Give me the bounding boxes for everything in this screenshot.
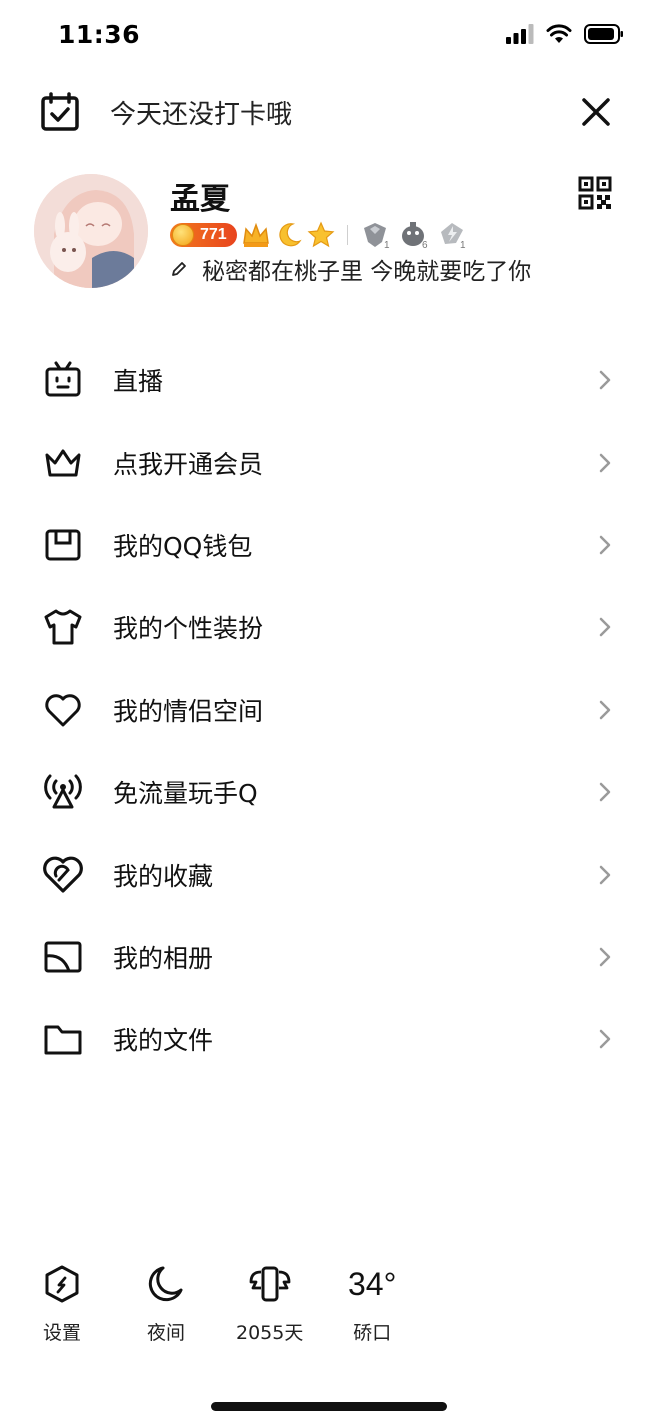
menu-item-label: 免流量玩手Q	[113, 779, 258, 809]
chevron-right-icon	[599, 618, 611, 637]
crown-badge-icon	[242, 222, 269, 247]
avatar-illustration	[34, 174, 148, 288]
night-mode-button[interactable]: 夜间	[144, 1262, 188, 1345]
chevron-right-icon	[599, 535, 611, 555]
menu-item-label: 我的个性装扮	[113, 614, 264, 644]
menu-item-vip[interactable]: 点我开通会员	[0, 421, 658, 503]
bottom-bar: 设置 夜间 2055天 34° 硚口	[0, 1262, 658, 1345]
gem-badge-icon: 1	[363, 223, 390, 250]
penguin-badge-icon: 6	[401, 222, 428, 250]
menu-list: 直播 点我开通会员 我的QQ钱包 我的个性装扮 我的情侣空间 免流量玩手Q 我的…	[0, 339, 658, 1081]
lightning-badge-icon: 1	[440, 223, 466, 250]
days-label: 2055天	[236, 1322, 304, 1344]
chevron-right-icon	[599, 1030, 611, 1049]
crown-icon	[42, 442, 84, 484]
menu-item-label: 我的QQ钱包	[113, 531, 253, 561]
close-button[interactable]	[578, 94, 614, 130]
wifi-icon	[546, 24, 572, 43]
menu-item-free-data[interactable]: 免流量玩手Q	[0, 751, 658, 833]
menu-item-label: 我的相册	[113, 943, 214, 973]
moon-badge-icon	[279, 223, 302, 247]
svg-text:1: 1	[384, 240, 390, 250]
album-icon	[42, 936, 84, 978]
menu-item-wallet[interactable]: 我的QQ钱包	[0, 504, 658, 586]
status-icons	[506, 24, 624, 44]
menu-item-favorites[interactable]: 我的收藏	[0, 833, 658, 915]
signature-row[interactable]: 秘密都在桃子里 今晚就要吃了你	[170, 252, 531, 286]
menu-item-label: 点我开通会员	[113, 449, 264, 479]
settings-icon	[40, 1262, 84, 1306]
home-indicator[interactable]	[211, 1402, 447, 1411]
menu-item-couple[interactable]: 我的情侣空间	[0, 669, 658, 751]
badge-row[interactable]: 771 1 6 1	[170, 220, 470, 250]
level-badge[interactable]: 771	[170, 223, 237, 247]
chevron-right-icon	[599, 947, 611, 967]
winged-phone-icon	[248, 1262, 292, 1306]
profile-section: 孟夏 771 1 6 1 秘密都在桃子里 今晚就要吃了你	[34, 172, 626, 292]
menu-item-label: 我的情侣空间	[113, 696, 264, 726]
svg-text:1: 1	[460, 240, 466, 250]
battery-icon	[584, 24, 623, 44]
status-bar: 11:36	[0, 0, 658, 72]
weather-button[interactable]: 34° 硚口	[348, 1262, 396, 1345]
qr-code-button[interactable]	[578, 176, 612, 210]
signature-text: 秘密都在桃子里 今晚就要吃了你	[202, 259, 532, 285]
status-time: 11:36	[58, 20, 141, 49]
menu-item-label: 我的文件	[113, 1026, 214, 1056]
signal-tower-icon	[42, 771, 84, 813]
favorite-heart-icon	[42, 854, 84, 896]
tv-icon	[42, 359, 84, 401]
tshirt-icon	[42, 606, 84, 648]
menu-item-label: 我的收藏	[113, 861, 214, 891]
menu-item-files[interactable]: 我的文件	[0, 998, 658, 1080]
star-badge-icon	[307, 221, 335, 248]
svg-text:6: 6	[422, 240, 428, 250]
settings-label: 设置	[42, 1322, 81, 1344]
nickname[interactable]: 孟夏	[170, 174, 230, 218]
settings-button[interactable]: 设置	[40, 1262, 84, 1345]
folder-icon	[42, 1018, 84, 1060]
level-number: 771	[200, 226, 227, 243]
checkin-row[interactable]: 今天还没打卡哦	[40, 88, 620, 136]
cellular-signal-icon	[506, 24, 534, 44]
pencil-icon	[172, 262, 186, 276]
menu-item-album[interactable]: 我的相册	[0, 916, 658, 998]
menu-item-theme[interactable]: 我的个性装扮	[0, 586, 658, 668]
checkin-text: 今天还没打卡哦	[110, 99, 293, 130]
qr-code-icon	[578, 176, 612, 210]
badge-divider	[346, 225, 348, 245]
chevron-right-icon	[599, 865, 611, 884]
chevron-right-icon	[599, 453, 611, 472]
location-label: 硚口	[353, 1322, 392, 1344]
night-label: 夜间	[146, 1322, 185, 1344]
wallet-icon	[42, 524, 84, 566]
menu-item-label: 直播	[113, 367, 164, 397]
avatar[interactable]	[34, 174, 148, 288]
days-button[interactable]: 2055天	[236, 1262, 303, 1345]
moon-icon	[144, 1262, 188, 1306]
heart-icon	[42, 689, 84, 731]
close-icon	[582, 98, 610, 126]
chevron-right-icon	[599, 370, 611, 390]
level-coin-icon	[172, 224, 194, 246]
menu-item-live[interactable]: 直播	[0, 339, 658, 421]
chevron-right-icon	[599, 782, 611, 802]
chevron-right-icon	[599, 700, 611, 719]
temperature: 34°	[348, 1266, 397, 1302]
calendar-check-icon	[41, 92, 79, 131]
